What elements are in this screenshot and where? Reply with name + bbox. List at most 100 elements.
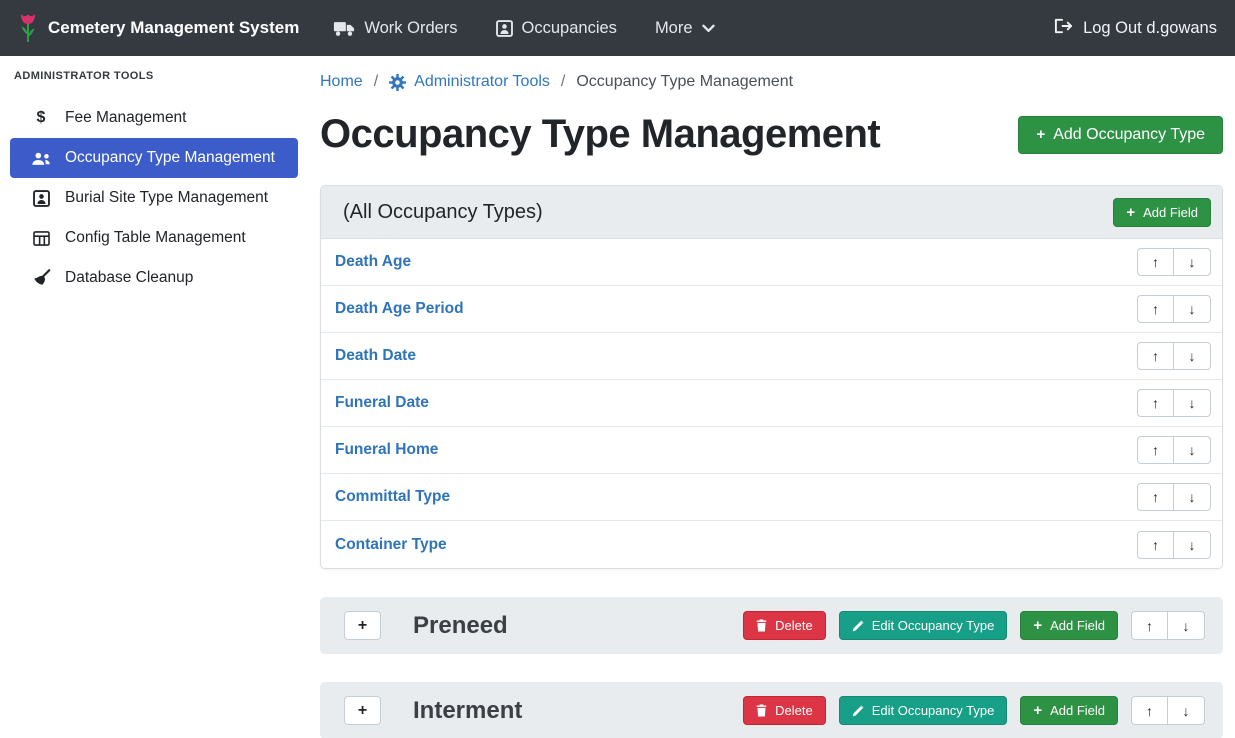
edit-occupancy-type-label: Edit Occupancy Type (872, 618, 995, 633)
move-up-button[interactable]: ↑ (1137, 295, 1174, 323)
move-up-button[interactable]: ↑ (1131, 696, 1168, 725)
down-arrow-icon: ↓ (1189, 395, 1196, 411)
plus-icon: + (1036, 127, 1045, 142)
add-occupancy-type-label: Add Occupancy Type (1053, 126, 1205, 144)
field-link[interactable]: Funeral Home (335, 441, 438, 459)
reorder-group: ↑ ↓ (1137, 342, 1211, 370)
sidebar-item-fee-management[interactable]: $ Fee Management (10, 98, 298, 138)
move-down-button[interactable]: ↓ (1174, 436, 1211, 464)
nav-work-orders[interactable]: Work Orders (333, 19, 457, 38)
move-down-button[interactable]: ↓ (1174, 483, 1211, 511)
down-arrow-icon: ↓ (1189, 537, 1196, 553)
field-row: Committal Type ↑ ↓ (321, 474, 1222, 521)
table-icon (30, 231, 52, 246)
move-up-button[interactable]: ↑ (1137, 436, 1174, 464)
field-link[interactable]: Container Type (335, 536, 447, 554)
expand-section-button[interactable]: + (344, 611, 381, 640)
move-up-button[interactable]: ↑ (1137, 389, 1174, 417)
sidebar-item-label: Database Cleanup (65, 269, 193, 287)
move-down-button[interactable]: ↓ (1174, 295, 1211, 323)
field-link[interactable]: Funeral Date (335, 394, 429, 412)
breadcrumb-separator: / (374, 73, 378, 91)
reorder-group: ↑ ↓ (1131, 696, 1205, 725)
field-row: Death Age ↑ ↓ (321, 239, 1222, 286)
breadcrumb-home-label: Home (320, 73, 363, 91)
move-down-button[interactable]: ↓ (1174, 389, 1211, 417)
person-frame-icon (30, 190, 52, 207)
sidebar-item-occupancy-type-management[interactable]: Occupancy Type Management (10, 138, 298, 178)
move-up-button[interactable]: ↑ (1137, 531, 1174, 559)
field-row: Funeral Home ↑ ↓ (321, 427, 1222, 474)
title-row: Occupancy Type Management + Add Occupanc… (320, 112, 1223, 157)
person-frame-icon (496, 20, 513, 37)
move-up-button[interactable]: ↑ (1137, 248, 1174, 276)
add-field-button[interactable]: + Add Field (1020, 696, 1118, 725)
sidebar-item-burial-site-type-management[interactable]: Burial Site Type Management (10, 178, 298, 218)
breadcrumb: Home / Administrat (320, 70, 1223, 94)
sidebar-item-label: Burial Site Type Management (65, 189, 268, 207)
logout-icon (1054, 18, 1073, 39)
page-title: Occupancy Type Management (320, 112, 880, 157)
down-arrow-icon: ↓ (1183, 703, 1190, 719)
move-up-button[interactable]: ↑ (1137, 342, 1174, 370)
field-link[interactable]: Death Age (335, 253, 411, 271)
delete-button[interactable]: Delete (743, 696, 826, 725)
reorder-group: ↑ ↓ (1137, 248, 1211, 276)
truck-icon (333, 20, 355, 37)
app-brand[interactable]: Cemetery Management System (18, 13, 299, 43)
move-down-button[interactable]: ↓ (1168, 611, 1205, 640)
trash-icon (756, 704, 767, 717)
add-field-label: Add Field (1050, 618, 1105, 633)
section-actions: Delete Edit Occupancy Type + Add Field (743, 696, 1205, 725)
field-row: Funeral Date ↑ ↓ (321, 380, 1222, 427)
reorder-group: ↑ ↓ (1137, 436, 1211, 464)
nav-occupancies[interactable]: Occupancies (496, 19, 617, 38)
field-link[interactable]: Death Date (335, 347, 416, 365)
delete-label: Delete (775, 703, 813, 718)
delete-label: Delete (775, 618, 813, 633)
plus-icon: + (1033, 703, 1042, 718)
logout-button[interactable]: Log Out d.gowans (1054, 18, 1217, 39)
edit-occupancy-type-button[interactable]: Edit Occupancy Type (839, 611, 1008, 640)
breadcrumb-admin-tools-label: Administrator Tools (414, 73, 550, 91)
add-occupancy-type-button[interactable]: + Add Occupancy Type (1018, 116, 1223, 154)
broom-icon (30, 269, 52, 287)
down-arrow-icon: ↓ (1189, 442, 1196, 458)
down-arrow-icon: ↓ (1189, 348, 1196, 364)
sidebar-item-config-table-management[interactable]: Config Table Management (10, 218, 298, 258)
up-arrow-icon: ↑ (1146, 618, 1153, 634)
section-title: Preneed (413, 612, 743, 640)
reorder-group: ↑ ↓ (1137, 295, 1211, 323)
section-actions: Delete Edit Occupancy Type + Add Field (743, 611, 1205, 640)
card-header: (All Occupancy Types) + Add Field (321, 186, 1222, 239)
expand-section-button[interactable]: + (344, 696, 381, 725)
occupancy-type-section-preneed: + Preneed Delete (320, 597, 1223, 654)
pencil-icon (852, 705, 864, 717)
reorder-group: ↑ ↓ (1137, 389, 1211, 417)
edit-occupancy-type-button[interactable]: Edit Occupancy Type (839, 696, 1008, 725)
nav-more[interactable]: More (655, 19, 715, 38)
sidebar-heading: ADMINISTRATOR TOOLS (14, 70, 298, 82)
add-field-button[interactable]: + Add Field (1020, 611, 1118, 640)
card-title: (All Occupancy Types) (343, 201, 543, 224)
field-row: Death Age Period ↑ ↓ (321, 286, 1222, 333)
move-up-button[interactable]: ↑ (1137, 483, 1174, 511)
move-up-button[interactable]: ↑ (1131, 611, 1168, 640)
breadcrumb-home-link[interactable]: Home (320, 73, 363, 91)
sidebar-item-database-cleanup[interactable]: Database Cleanup (10, 258, 298, 298)
chevron-down-icon (702, 24, 715, 33)
field-link[interactable]: Committal Type (335, 488, 450, 506)
app-title: Cemetery Management System (48, 18, 299, 38)
move-down-button[interactable]: ↓ (1168, 696, 1205, 725)
move-down-button[interactable]: ↓ (1174, 342, 1211, 370)
down-arrow-icon: ↓ (1183, 618, 1190, 634)
dollar-icon: $ (30, 109, 52, 127)
add-field-button[interactable]: + Add Field (1113, 198, 1211, 227)
up-arrow-icon: ↑ (1152, 348, 1159, 364)
breadcrumb-admin-tools-link[interactable]: Administrator Tools (389, 73, 550, 91)
move-down-button[interactable]: ↓ (1174, 531, 1211, 559)
nav-more-label: More (655, 19, 693, 38)
move-down-button[interactable]: ↓ (1174, 248, 1211, 276)
delete-button[interactable]: Delete (743, 611, 826, 640)
field-link[interactable]: Death Age Period (335, 300, 464, 318)
